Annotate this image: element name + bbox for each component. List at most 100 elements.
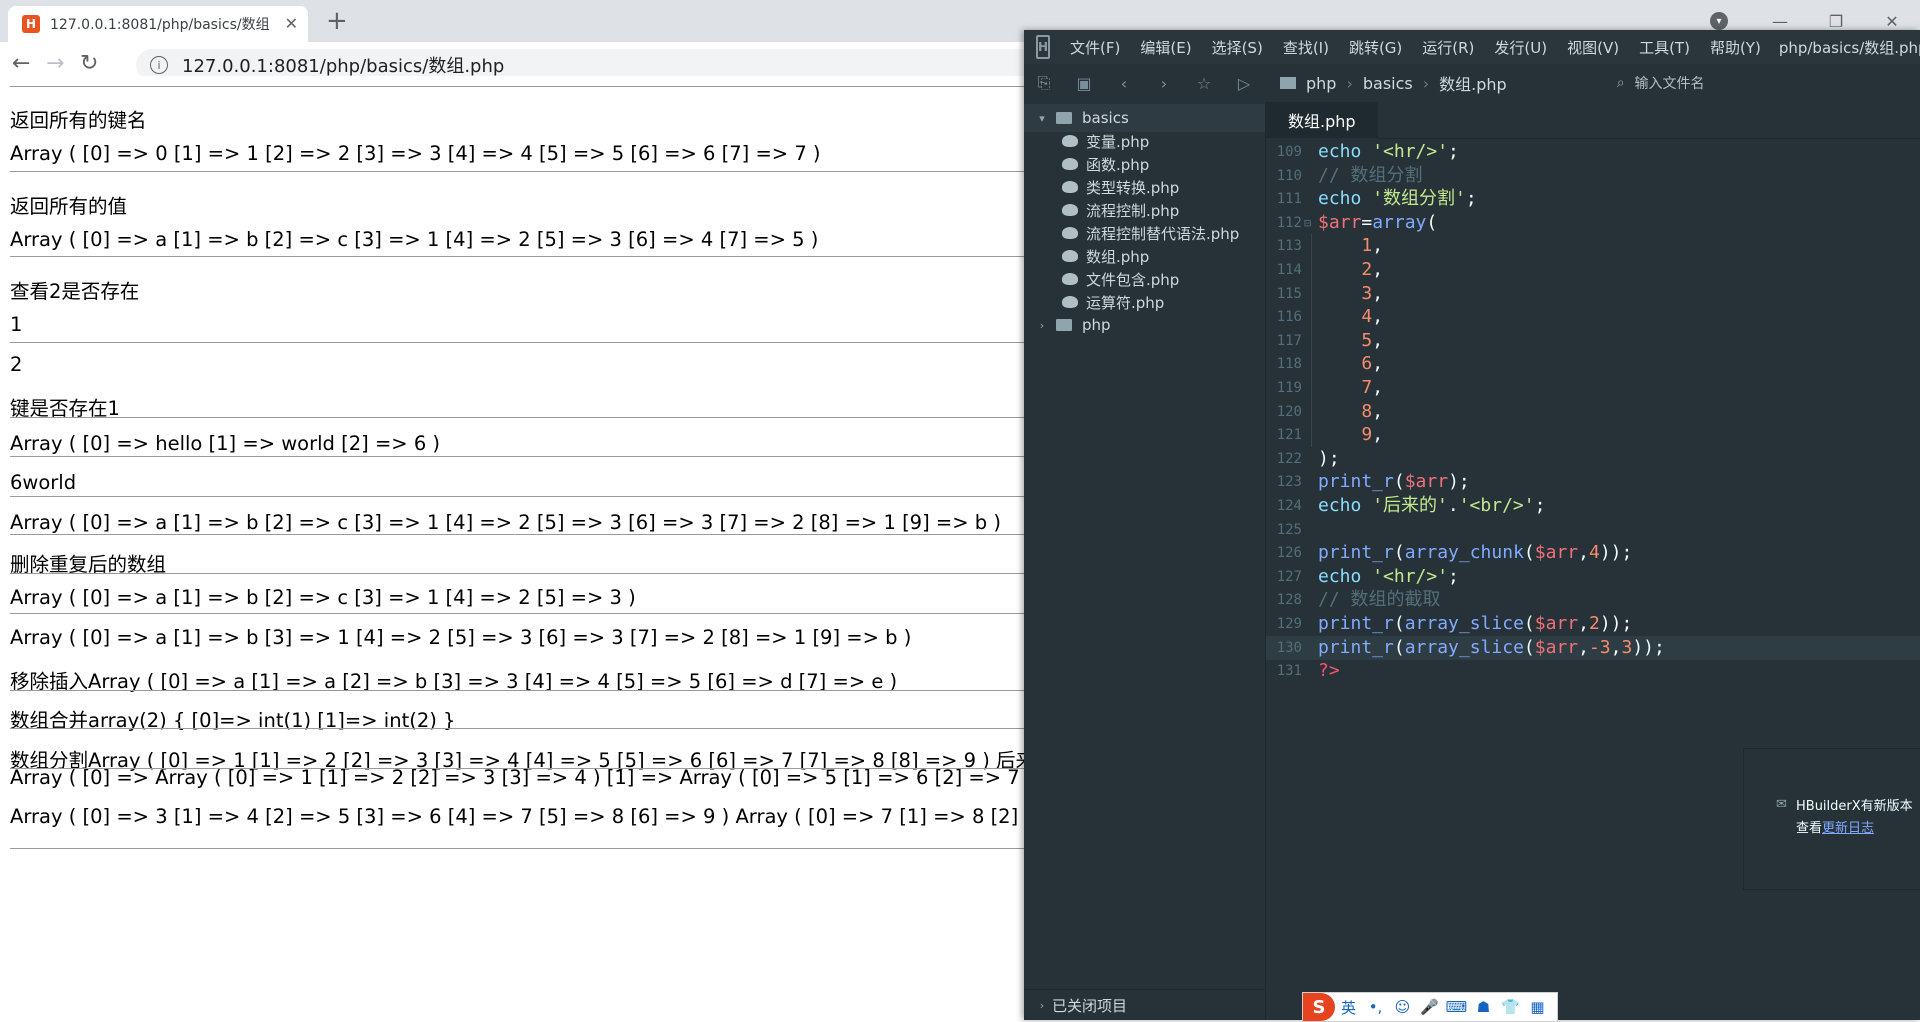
code-line[interactable]: 118 6, <box>1266 352 1920 377</box>
back-icon[interactable]: ‹ <box>1104 74 1144 93</box>
code-token: 2 <box>1588 613 1600 634</box>
line-number: 117 <box>1276 332 1302 349</box>
file-search-placeholder: 输入文件名 <box>1634 76 1705 92</box>
forward-icon[interactable]: › <box>1144 74 1184 93</box>
site-info-icon[interactable]: i <box>150 56 168 74</box>
microphone-icon[interactable]: 🎤 <box>1416 998 1443 1016</box>
code-token: ; <box>1465 188 1477 210</box>
code-line[interactable]: 110 // 数组分割 <box>1266 164 1920 188</box>
code-line[interactable]: 121 9, <box>1266 423 1920 448</box>
file-label: 运算符.php <box>1086 293 1165 312</box>
code-line[interactable]: 117 5, <box>1266 328 1920 353</box>
code-line[interactable]: 112 ⊟ $arr=array( <box>1266 211 1920 235</box>
tab-search-icon[interactable]: ▾ <box>1710 12 1728 30</box>
minimize-button[interactable]: — <box>1752 12 1808 31</box>
code-line[interactable]: 116 4, <box>1266 305 1920 330</box>
code-text: print_r(array_slice($arr,-3,3)); <box>1318 636 1665 660</box>
reload-icon[interactable]: ↻ <box>80 51 98 76</box>
emoji-icon[interactable]: ☺ <box>1389 998 1416 1016</box>
file-search-input[interactable]: ⌕ 输入文件名 <box>1617 73 1705 93</box>
code-line[interactable]: 129 print_r(array_slice($arr,2)); <box>1266 612 1920 636</box>
close-window-button[interactable]: ✕ <box>1864 12 1920 31</box>
code-line[interactable]: 126 print_r(array_chunk($arr,4)); <box>1266 541 1920 565</box>
code-line[interactable]: 111 echo '数组分割'; <box>1266 187 1920 211</box>
tree-folder-php[interactable]: › php <box>1024 311 1265 339</box>
menu-item[interactable]: 发行(U) <box>1494 37 1547 58</box>
code-line[interactable]: 109 echo '<hr/>'; <box>1266 140 1920 164</box>
breadcrumb-item[interactable]: 数组.php <box>1439 71 1507 95</box>
back-arrow-icon[interactable]: ← <box>12 51 30 76</box>
menu-item[interactable]: 文件(F) <box>1070 37 1120 58</box>
code-line[interactable]: 128 // 数组的截取 <box>1266 588 1920 612</box>
menu-item[interactable]: 编辑(E) <box>1140 37 1191 58</box>
grid-menu-icon[interactable]: ▦ <box>1524 998 1551 1016</box>
indent-guide <box>1311 305 1312 330</box>
notification-title: HBuilderX有新版本 <box>1796 799 1913 814</box>
punctuation-icon[interactable]: •, <box>1362 998 1389 1016</box>
php-elephant-icon <box>1062 250 1078 262</box>
code-line[interactable]: 120 8, <box>1266 399 1920 424</box>
horizontal-rule <box>10 573 1024 574</box>
code-text: ); <box>1318 447 1340 471</box>
code-line[interactable]: 127 echo '<hr/>'; <box>1266 565 1920 589</box>
fold-toggle-icon[interactable]: ⊟ <box>1304 211 1311 235</box>
code-line[interactable]: 114 2, <box>1266 258 1920 282</box>
bookmark-star-icon[interactable]: ☆ <box>1184 74 1224 93</box>
file-label: 变量.php <box>1086 132 1150 151</box>
changelog-link[interactable]: 更新日志 <box>1822 821 1874 836</box>
code-line[interactable]: 125 <box>1266 518 1920 542</box>
code-text: 4, <box>1318 305 1383 329</box>
tab-close-icon[interactable]: ✕ <box>285 14 298 33</box>
line-number: 128 <box>1276 592 1302 609</box>
line-number: 113 <box>1276 238 1302 255</box>
closed-projects-bar[interactable]: › 已关闭项目 <box>1024 989 1265 1020</box>
keyboard-icon[interactable]: ⌨ <box>1443 998 1470 1016</box>
menu-item[interactable]: 跳转(G) <box>1349 37 1402 58</box>
skin-icon[interactable]: 👕 <box>1497 998 1524 1016</box>
code-token: ( <box>1523 613 1535 634</box>
page-output-line: Array ( [0] => a [1] => b [2] => c [3] =… <box>10 228 819 251</box>
save-icon[interactable]: ▣ <box>1064 74 1104 93</box>
forward-arrow-icon[interactable]: → <box>46 51 64 76</box>
menu-item[interactable]: 查找(I) <box>1283 37 1329 58</box>
page-output-line: Array ( [0] => a [1] => b [2] => c [3] =… <box>10 511 1001 534</box>
code-token: $arr <box>1534 636 1579 658</box>
line-number: 109 <box>1276 144 1302 160</box>
code-token: 1 <box>1361 235 1373 257</box>
breadcrumb-item[interactable]: basics <box>1363 74 1413 93</box>
hbuilderx-logo-icon: H <box>1036 35 1051 59</box>
code-line[interactable]: 130 print_r(array_slice($arr,-3,3)); <box>1266 635 1920 660</box>
new-tab-button[interactable]: + <box>326 6 348 36</box>
horizontal-rule <box>10 768 1024 769</box>
new-file-icon[interactable]: ⎘ <box>1024 73 1064 93</box>
menu-item[interactable]: 视图(V) <box>1567 37 1619 58</box>
code-token: echo <box>1318 188 1373 210</box>
address-url[interactable]: 127.0.0.1:8081/php/basics/数组.php <box>182 52 504 78</box>
sogou-logo-icon[interactable]: S <box>1303 993 1335 1021</box>
maximize-button[interactable]: ❐ <box>1808 12 1864 31</box>
update-notification[interactable]: ✉ HBuilderX有新版本 查看更新日志 <box>1743 748 1920 890</box>
code-line[interactable]: 123 print_r($arr); <box>1266 470 1920 494</box>
code-line[interactable]: 131 ?> <box>1266 659 1920 683</box>
tab-active-file[interactable]: 数组.php <box>1266 102 1378 140</box>
code-line[interactable]: 115 3, <box>1266 281 1920 306</box>
code-line[interactable]: 122); <box>1266 447 1920 471</box>
code-line[interactable]: 113 1, <box>1266 234 1920 259</box>
menu-item[interactable]: 工具(T) <box>1639 37 1690 58</box>
code-line[interactable]: 124 echo '后来的'.'<br/>'; <box>1266 494 1920 518</box>
line-number: 131 <box>1276 663 1302 680</box>
browser-tab[interactable]: H 127.0.0.1:8081/php/basics/数组 ✕ <box>8 6 308 42</box>
breadcrumb-item[interactable]: php <box>1306 74 1336 93</box>
user-icon[interactable]: ☗ <box>1470 998 1497 1016</box>
ime-language-toggle[interactable]: 英 <box>1335 997 1362 1018</box>
indent-guide <box>1311 258 1312 282</box>
code-line[interactable]: 119 7, <box>1266 376 1920 400</box>
code-token: print_r <box>1318 636 1394 658</box>
code-token: echo <box>1318 565 1373 587</box>
menu-item[interactable]: 帮助(Y) <box>1710 37 1761 58</box>
menu-item[interactable]: 选择(S) <box>1212 37 1263 58</box>
run-icon[interactable]: ▷ <box>1224 74 1264 93</box>
editor-menubar: H 文件(F) 编辑(E) 选择(S) 查找(I) 跳转(G) 运行(R) 发行(U) 视图(… <box>1024 30 1920 64</box>
menu-item[interactable]: 运行(R) <box>1422 37 1474 58</box>
